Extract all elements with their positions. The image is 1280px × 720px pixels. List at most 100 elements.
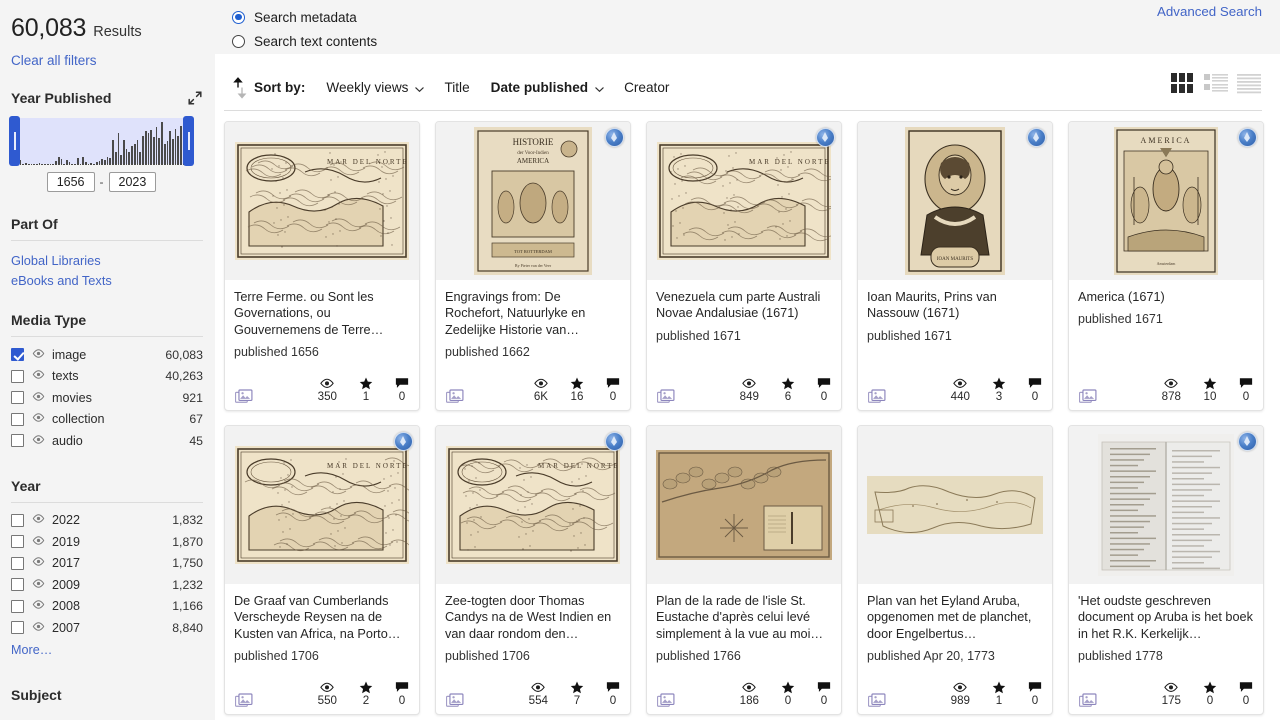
result-title[interactable]: Plan de la rade de l'isle St. Eustache d… xyxy=(656,593,832,642)
checkbox-image[interactable] xyxy=(11,348,24,361)
checkbox-collection[interactable] xyxy=(11,413,24,426)
sort-option-weekly-views[interactable]: Weekly views xyxy=(326,80,423,95)
result-card[interactable]: MAR DEL NORTE Venezuela cum parte Austral… xyxy=(646,121,842,411)
year-histogram-slider[interactable] xyxy=(11,118,192,166)
result-thumbnail[interactable]: IOAN MAURITS xyxy=(858,122,1052,280)
result-card[interactable]: 'Het oudste geschreven document op Aruba… xyxy=(1068,425,1264,715)
radio-text-contents-indicator[interactable] xyxy=(232,35,245,48)
result-card[interactable]: MAR DEL NORTE Zee-togten door Thomas Cand… xyxy=(435,425,631,715)
year-row-2009[interactable]: 20091,232 xyxy=(11,574,203,596)
year-min-input[interactable]: 1656 xyxy=(47,172,95,192)
checkbox-2008[interactable] xyxy=(11,600,24,613)
year-row-2022[interactable]: 20221,832 xyxy=(11,510,203,532)
eye-icon[interactable] xyxy=(32,620,45,636)
eye-icon[interactable] xyxy=(32,577,45,593)
result-title[interactable]: 'Het oudste geschreven document op Aruba… xyxy=(1078,593,1254,642)
media-type-row-collection[interactable]: collection67 xyxy=(11,409,203,431)
year-row-2019[interactable]: 20191,870 xyxy=(11,531,203,553)
histogram-bar xyxy=(158,138,160,165)
collection-badge-icon[interactable] xyxy=(1238,128,1257,147)
checkbox-movies[interactable] xyxy=(11,391,24,404)
result-title[interactable]: Ioan Maurits, Prins van Nassouw (1671) xyxy=(867,289,1043,322)
eye-icon[interactable] xyxy=(32,390,45,406)
result-thumbnail[interactable] xyxy=(858,426,1052,584)
result-thumbnail[interactable]: HISTORIEder Voor-IndienAMERICATOT ROTTER… xyxy=(436,122,630,280)
result-title[interactable]: America (1671) xyxy=(1078,289,1254,305)
sort-option-title[interactable]: Title xyxy=(444,80,469,95)
result-title[interactable]: De Graaf van Cumberlands Verscheyde Reys… xyxy=(234,593,410,642)
part-of-link-global-libraries[interactable]: Global Libraries xyxy=(11,253,203,268)
result-card[interactable]: MAR DEL NORTE De Graaf van Cumberlands Ve… xyxy=(224,425,420,715)
views-stat: 550 xyxy=(318,680,337,707)
list-detail-view-toggle[interactable] xyxy=(1203,70,1229,101)
results-count: 60,083 xyxy=(11,14,86,43)
collection-badge-icon[interactable] xyxy=(605,128,624,147)
eye-icon[interactable] xyxy=(32,598,45,614)
eye-icon[interactable] xyxy=(32,534,45,550)
checkbox-2007[interactable] xyxy=(11,621,24,634)
clear-all-filters-link[interactable]: Clear all filters xyxy=(11,53,203,68)
result-thumbnail[interactable]: AMERICAAmsterdam xyxy=(1069,122,1263,280)
year-row-2017[interactable]: 20171,750 xyxy=(11,553,203,575)
checkbox-audio[interactable] xyxy=(11,434,24,447)
grid-view-toggle[interactable] xyxy=(1170,70,1196,101)
result-card[interactable]: Plan van het Eyland Aruba, opgenomen met… xyxy=(857,425,1053,715)
result-thumbnail[interactable]: MAR DEL NORTE xyxy=(647,122,841,280)
image-media-icon xyxy=(657,693,675,707)
media-type-row-movies[interactable]: movies921 xyxy=(11,387,203,409)
advanced-search-link[interactable]: Advanced Search xyxy=(1157,4,1262,19)
sort-option-creator[interactable]: Creator xyxy=(624,80,669,95)
part-of-link-ebooks-and-texts[interactable]: eBooks and Texts xyxy=(11,273,203,288)
list-compact-view-toggle[interactable] xyxy=(1236,70,1262,101)
radio-metadata-indicator[interactable] xyxy=(232,11,245,24)
year-row-2008[interactable]: 20081,166 xyxy=(11,596,203,618)
result-thumbnail[interactable]: MAR DEL NORTE xyxy=(225,426,419,584)
checkbox-2017[interactable] xyxy=(11,557,24,570)
result-card[interactable]: MAR DEL NORTE Terre Ferme. ou Sont les Go… xyxy=(224,121,420,411)
sort-ascending-icon[interactable] xyxy=(232,76,248,100)
result-card[interactable]: AMERICAAmsterdamAmerica (1671)published … xyxy=(1068,121,1264,411)
result-thumbnail[interactable] xyxy=(1069,426,1263,584)
comments-count: 0 xyxy=(1032,390,1038,403)
media-type-row-image[interactable]: image60,083 xyxy=(11,344,203,366)
eye-icon[interactable] xyxy=(32,368,45,384)
checkbox-2019[interactable] xyxy=(11,535,24,548)
checkbox-2009[interactable] xyxy=(11,578,24,591)
chevron-down-icon[interactable] xyxy=(594,83,603,92)
collection-badge-icon[interactable] xyxy=(1238,432,1257,451)
collection-badge-icon[interactable] xyxy=(394,432,413,451)
eye-icon[interactable] xyxy=(32,347,45,363)
result-title[interactable]: Plan van het Eyland Aruba, opgenomen met… xyxy=(867,593,1043,642)
media-type-row-texts[interactable]: texts40,263 xyxy=(11,366,203,388)
eye-icon[interactable] xyxy=(32,555,45,571)
result-title[interactable]: Engravings from: De Rochefort, Natuurlyk… xyxy=(445,289,621,338)
media-type-row-audio[interactable]: audio45 xyxy=(11,430,203,452)
eye-icon[interactable] xyxy=(32,512,45,528)
radio-search-text-contents[interactable]: Search text contents xyxy=(232,29,1280,53)
year-more-link[interactable]: More… xyxy=(11,643,203,657)
collection-badge-icon[interactable] xyxy=(816,128,835,147)
eye-icon[interactable] xyxy=(32,411,45,427)
collection-badge-icon[interactable] xyxy=(1027,128,1046,147)
year-row-2007[interactable]: 20078,840 xyxy=(11,617,203,639)
year-range-handle-max[interactable] xyxy=(183,116,194,166)
result-card[interactable]: IOAN MAURITS Ioan Maurits, Prins van Nass… xyxy=(857,121,1053,411)
result-card[interactable]: HISTORIEder Voor-IndienAMERICATOT ROTTER… xyxy=(435,121,631,411)
sort-option-date-published[interactable]: Date published xyxy=(491,80,603,95)
result-title[interactable]: Zee-togten door Thomas Candys na de West… xyxy=(445,593,621,642)
checkbox-texts[interactable] xyxy=(11,370,24,383)
expand-arrows-icon[interactable] xyxy=(187,90,203,106)
result-title[interactable]: Venezuela cum parte Australi Novae Andal… xyxy=(656,289,832,322)
year-max-input[interactable]: 2023 xyxy=(109,172,157,192)
result-thumbnail[interactable] xyxy=(647,426,841,584)
result-title[interactable]: Terre Ferme. ou Sont les Governations, o… xyxy=(234,289,410,338)
year-range-handle-min[interactable] xyxy=(9,116,20,166)
eye-icon[interactable] xyxy=(32,433,45,449)
result-card[interactable]: Plan de la rade de l'isle St. Eustache d… xyxy=(646,425,842,715)
result-thumbnail[interactable]: MAR DEL NORTE xyxy=(436,426,630,584)
result-thumbnail[interactable]: MAR DEL NORTE xyxy=(225,122,419,280)
collection-badge-icon[interactable] xyxy=(605,432,624,451)
chevron-down-icon[interactable] xyxy=(414,83,423,92)
checkbox-2022[interactable] xyxy=(11,514,24,527)
radio-search-metadata[interactable]: Search metadata xyxy=(232,5,1280,29)
